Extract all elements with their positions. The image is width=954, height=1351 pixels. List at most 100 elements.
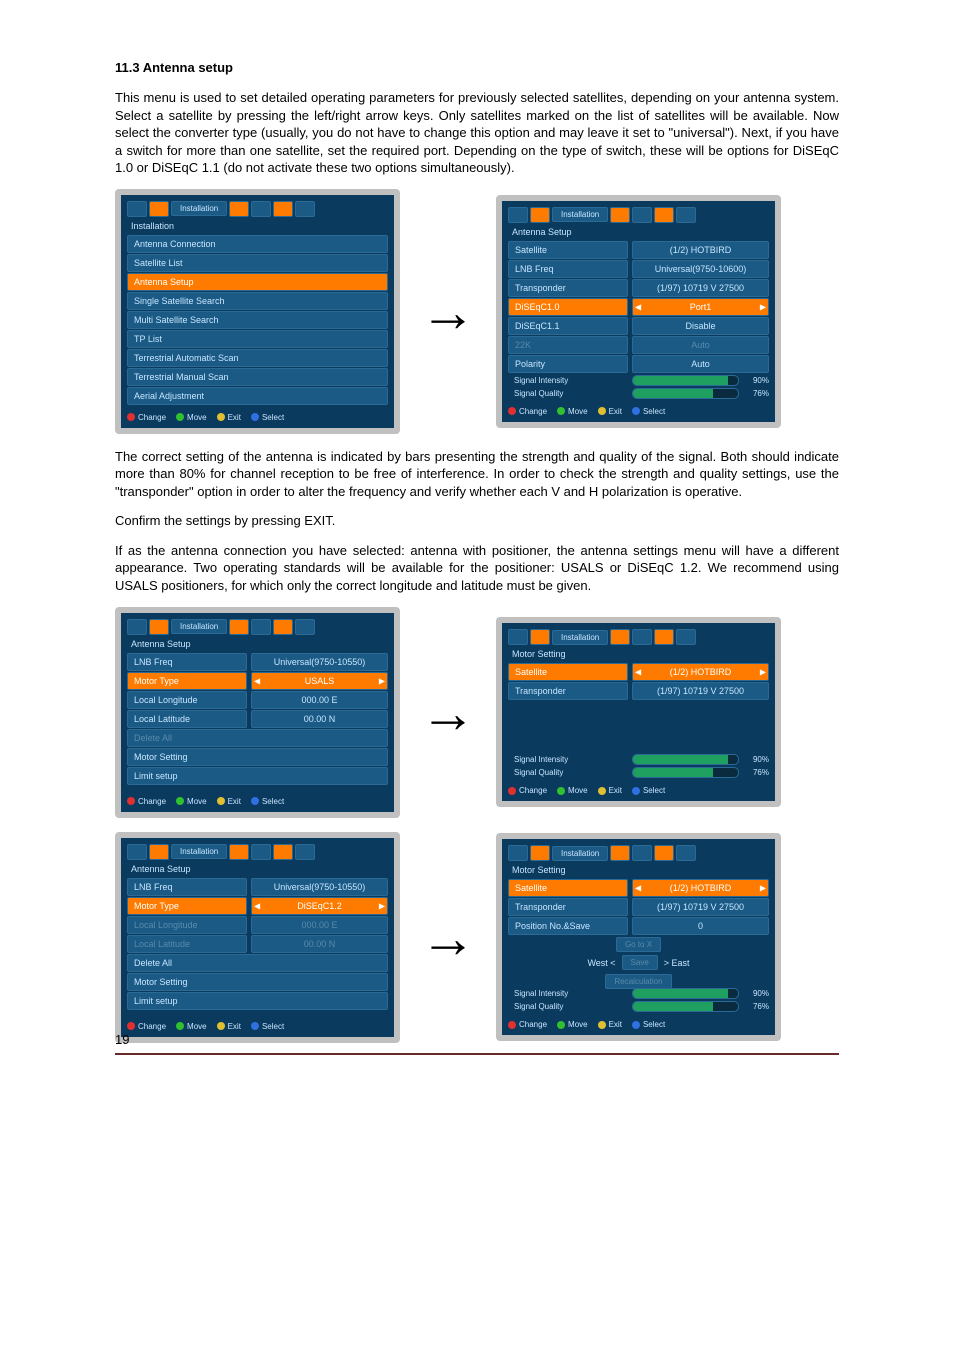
setting-value[interactable]: (1/2) HOTBIRD◀▶ — [632, 663, 769, 681]
panel-title: Motor Setting — [508, 647, 769, 661]
setting-value[interactable]: Disable — [632, 317, 769, 335]
footer-select: Select — [251, 1022, 284, 1031]
installation-menu-item[interactable]: Aerial Adjustment — [127, 387, 388, 405]
setting-value[interactable]: Auto — [632, 336, 769, 354]
setting-value[interactable]: (1/97) 10719 V 27500 — [632, 898, 769, 916]
setting-label: Delete All — [127, 954, 388, 972]
signal-quality-pct: 76% — [743, 1002, 769, 1011]
setting-label: Local Latitude — [127, 710, 247, 728]
footer-select: Select — [251, 413, 284, 422]
setting-label: Local Longitude — [127, 691, 247, 709]
save-button[interactable]: Save — [622, 955, 658, 970]
tv-icon — [229, 844, 249, 860]
paragraph-3: Confirm the settings by pressing EXIT. — [115, 512, 839, 530]
paragraph-4: If as the antenna connection you have se… — [115, 542, 839, 595]
signal-intensity-pct: 90% — [743, 989, 769, 998]
tv-icon — [295, 844, 315, 860]
tv-icon — [610, 845, 630, 861]
footer-exit: Exit — [598, 786, 622, 795]
setting-value[interactable]: (1/2) HOTBIRD — [632, 241, 769, 259]
tv-icon — [295, 201, 315, 217]
arrow-right-icon: → — [420, 905, 476, 970]
setting-label: Limit setup — [127, 992, 388, 1010]
tv-icon — [251, 844, 271, 860]
setting-label: Satellite — [508, 879, 628, 897]
tv-icon — [530, 845, 550, 861]
signal-intensity-pct: 90% — [743, 376, 769, 385]
setting-value[interactable]: (1/97) 10719 V 27500 — [632, 682, 769, 700]
footer-move: Move — [176, 413, 207, 422]
setting-value[interactable]: 000.00 E — [251, 916, 388, 934]
footer-move: Move — [176, 1022, 207, 1031]
breadcrumb: Installation — [552, 630, 608, 645]
footer-move: Move — [557, 786, 588, 795]
setting-value[interactable]: 000.00 E — [251, 691, 388, 709]
installation-menu-item[interactable]: Antenna Setup — [127, 273, 388, 291]
setting-value[interactable]: 00.00 N — [251, 710, 388, 728]
footer-change: Change — [508, 407, 547, 416]
signal-quality-pct: 76% — [743, 389, 769, 398]
tv-icon — [251, 619, 271, 635]
setting-label: LNB Freq — [127, 878, 247, 896]
installation-menu-item[interactable]: TP List — [127, 330, 388, 348]
setting-label: Transponder — [508, 898, 628, 916]
setting-label: DiSEqC1.0 — [508, 298, 628, 316]
tv-icon — [251, 201, 271, 217]
recalculation-button[interactable]: Recalculation — [605, 974, 671, 989]
arrow-right-icon: → — [420, 680, 476, 745]
installation-menu-item[interactable]: Terrestrial Manual Scan — [127, 368, 388, 386]
setting-value[interactable]: Auto — [632, 355, 769, 373]
setting-label: LNB Freq — [508, 260, 628, 278]
setting-value[interactable]: Universal(9750-10550) — [251, 653, 388, 671]
signal-intensity-pct: 90% — [743, 755, 769, 764]
signal-intensity-bar — [632, 754, 739, 765]
panel-title: Installation — [127, 219, 388, 233]
setting-value[interactable]: (1/97) 10719 V 27500 — [632, 279, 769, 297]
setting-label: Local Latitude — [127, 935, 247, 953]
setting-label: Delete All — [127, 729, 388, 747]
setting-value[interactable]: 00.00 N — [251, 935, 388, 953]
tv-icon — [295, 619, 315, 635]
setting-label: Satellite — [508, 663, 628, 681]
installation-menu-item[interactable]: Antenna Connection — [127, 235, 388, 253]
breadcrumb: Installation — [552, 207, 608, 222]
tv-icon — [632, 845, 652, 861]
setting-value[interactable]: DiSEqC1.2◀▶ — [251, 897, 388, 915]
installation-menu-item[interactable]: Terrestrial Automatic Scan — [127, 349, 388, 367]
tv-icon — [149, 201, 169, 217]
breadcrumb: Installation — [171, 844, 227, 859]
tv-icon — [676, 845, 696, 861]
tv-icon — [676, 207, 696, 223]
footer-select: Select — [632, 407, 665, 416]
signal-quality-label: Signal Quality — [508, 389, 628, 398]
screenshots-row-1: Installation Installation Antenna Connec… — [115, 189, 839, 434]
setting-value[interactable]: (1/2) HOTBIRD◀▶ — [632, 879, 769, 897]
goto-x-button[interactable]: Go to X — [616, 937, 661, 952]
paragraph-2: The correct setting of the antenna is in… — [115, 448, 839, 501]
setting-label: Limit setup — [127, 767, 388, 785]
setting-value[interactable]: 0 — [632, 917, 769, 935]
setting-value[interactable]: Universal(9750-10600) — [632, 260, 769, 278]
setting-label: Motor Setting — [127, 973, 388, 991]
tv-icon — [654, 845, 674, 861]
installation-menu-item[interactable]: Multi Satellite Search — [127, 311, 388, 329]
panel-title: Antenna Setup — [508, 225, 769, 239]
footer-move: Move — [557, 407, 588, 416]
footer-exit: Exit — [217, 1022, 241, 1031]
tv-icon — [632, 207, 652, 223]
arrow-right-icon: → — [420, 279, 476, 344]
setting-value[interactable]: Port1◀▶ — [632, 298, 769, 316]
screen-usals-setup: Installation Antenna Setup LNB FreqUnive… — [115, 607, 400, 818]
installation-menu-item[interactable]: Single Satellite Search — [127, 292, 388, 310]
setting-value[interactable]: Universal(9750-10550) — [251, 878, 388, 896]
footer-select: Select — [632, 1020, 665, 1029]
installation-menu-item[interactable]: Satellite List — [127, 254, 388, 272]
breadcrumb: Installation — [171, 201, 227, 216]
signal-quality-bar — [632, 388, 739, 399]
page-number: 19 — [115, 1032, 129, 1047]
signal-intensity-bar — [632, 375, 739, 386]
setting-value[interactable]: USALS◀▶ — [251, 672, 388, 690]
tv-icon — [508, 629, 528, 645]
setting-label: Position No.&Save — [508, 917, 628, 935]
screen-diseqc12-setup: Installation Antenna Setup LNB FreqUnive… — [115, 832, 400, 1043]
